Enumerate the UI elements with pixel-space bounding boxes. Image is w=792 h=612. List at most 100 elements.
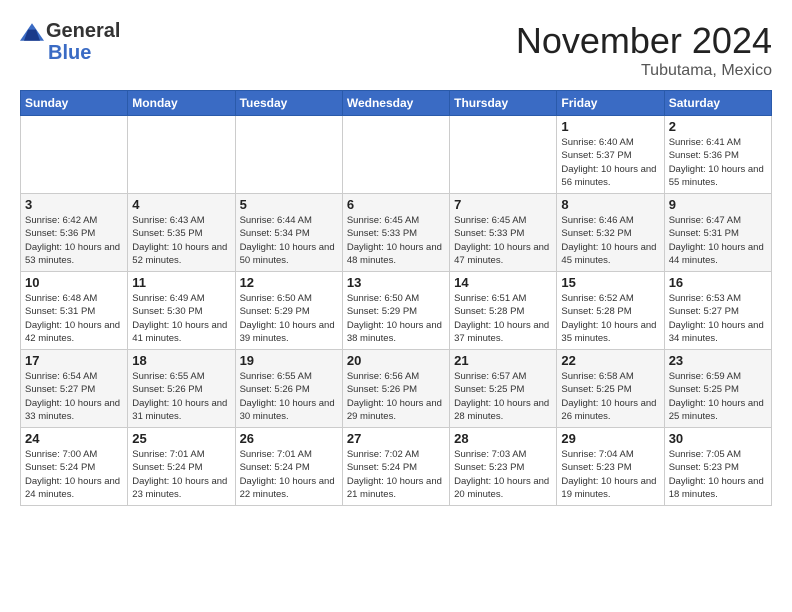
day-info: Sunrise: 6:59 AM Sunset: 5:25 PM Dayligh… — [669, 370, 767, 423]
col-saturday: Saturday — [664, 91, 771, 116]
calendar-body: 1 Sunrise: 6:40 AM Sunset: 5:37 PM Daylig… — [21, 116, 772, 506]
calendar-cell-2-2: 12 Sunrise: 6:50 AM Sunset: 5:29 PM Dayli… — [235, 272, 342, 350]
calendar-cell-4-5: 29 Sunrise: 7:04 AM Sunset: 5:23 PM Dayli… — [557, 428, 664, 506]
day-info: Sunrise: 6:46 AM Sunset: 5:32 PM Dayligh… — [561, 214, 659, 267]
calendar-cell-4-2: 26 Sunrise: 7:01 AM Sunset: 5:24 PM Dayli… — [235, 428, 342, 506]
day-info: Sunrise: 7:03 AM Sunset: 5:23 PM Dayligh… — [454, 448, 552, 501]
calendar-cell-0-0 — [21, 116, 128, 194]
day-number: 30 — [669, 431, 767, 446]
calendar-cell-1-0: 3 Sunrise: 6:42 AM Sunset: 5:36 PM Daylig… — [21, 194, 128, 272]
day-number: 7 — [454, 197, 552, 212]
day-number: 18 — [132, 353, 230, 368]
day-info: Sunrise: 6:53 AM Sunset: 5:27 PM Dayligh… — [669, 292, 767, 345]
calendar-cell-3-6: 23 Sunrise: 6:59 AM Sunset: 5:25 PM Dayli… — [664, 350, 771, 428]
day-number: 16 — [669, 275, 767, 290]
calendar-cell-3-1: 18 Sunrise: 6:55 AM Sunset: 5:26 PM Dayli… — [128, 350, 235, 428]
day-info: Sunrise: 6:51 AM Sunset: 5:28 PM Dayligh… — [454, 292, 552, 345]
day-number: 5 — [240, 197, 338, 212]
day-number: 11 — [132, 275, 230, 290]
day-info: Sunrise: 6:45 AM Sunset: 5:33 PM Dayligh… — [454, 214, 552, 267]
day-number: 10 — [25, 275, 123, 290]
location-subtitle: Tubutama, Mexico — [516, 62, 772, 80]
day-number: 24 — [25, 431, 123, 446]
day-number: 23 — [669, 353, 767, 368]
day-number: 14 — [454, 275, 552, 290]
day-info: Sunrise: 7:01 AM Sunset: 5:24 PM Dayligh… — [132, 448, 230, 501]
day-number: 6 — [347, 197, 445, 212]
day-number: 3 — [25, 197, 123, 212]
col-wednesday: Wednesday — [342, 91, 449, 116]
day-number: 4 — [132, 197, 230, 212]
col-sunday: Sunday — [21, 91, 128, 116]
calendar-cell-1-5: 8 Sunrise: 6:46 AM Sunset: 5:32 PM Daylig… — [557, 194, 664, 272]
day-number: 26 — [240, 431, 338, 446]
day-number: 28 — [454, 431, 552, 446]
calendar-week-3: 17 Sunrise: 6:54 AM Sunset: 5:27 PM Dayli… — [21, 350, 772, 428]
calendar-cell-3-3: 20Sunrise: 6:56 AM Sunset: 5:26 PM Dayli… — [342, 350, 449, 428]
day-info: Sunrise: 6:49 AM Sunset: 5:30 PM Dayligh… — [132, 292, 230, 345]
day-number: 25 — [132, 431, 230, 446]
calendar-cell-2-6: 16 Sunrise: 6:53 AM Sunset: 5:27 PM Dayli… — [664, 272, 771, 350]
day-info: Sunrise: 6:58 AM Sunset: 5:25 PM Dayligh… — [561, 370, 659, 423]
calendar-cell-4-4: 28 Sunrise: 7:03 AM Sunset: 5:23 PM Dayli… — [450, 428, 557, 506]
calendar-cell-2-3: 13Sunrise: 6:50 AM Sunset: 5:29 PM Dayli… — [342, 272, 449, 350]
calendar-cell-1-6: 9 Sunrise: 6:47 AM Sunset: 5:31 PM Daylig… — [664, 194, 771, 272]
page: General Blue November 2024 Tubutama, Mex… — [0, 0, 792, 612]
day-number: 15 — [561, 275, 659, 290]
day-number: 13 — [347, 275, 445, 290]
col-thursday: Thursday — [450, 91, 557, 116]
day-info: Sunrise: 7:02 AM Sunset: 5:24 PM Dayligh… — [347, 448, 445, 501]
day-number: 12 — [240, 275, 338, 290]
day-info: Sunrise: 6:55 AM Sunset: 5:26 PM Dayligh… — [132, 370, 230, 423]
calendar-cell-3-5: 22 Sunrise: 6:58 AM Sunset: 5:25 PM Dayli… — [557, 350, 664, 428]
logo-icon — [20, 22, 44, 42]
day-info: Sunrise: 6:56 AM Sunset: 5:26 PM Dayligh… — [347, 370, 445, 423]
calendar-cell-0-6: 2Sunrise: 6:41 AM Sunset: 5:36 PM Daylig… — [664, 116, 771, 194]
calendar-week-2: 10 Sunrise: 6:48 AM Sunset: 5:31 PM Dayli… — [21, 272, 772, 350]
day-info: Sunrise: 6:52 AM Sunset: 5:28 PM Dayligh… — [561, 292, 659, 345]
calendar-cell-0-4 — [450, 116, 557, 194]
calendar-cell-4-3: 27 Sunrise: 7:02 AM Sunset: 5:24 PM Dayli… — [342, 428, 449, 506]
day-info: Sunrise: 6:54 AM Sunset: 5:27 PM Dayligh… — [25, 370, 123, 423]
calendar-cell-1-3: 6 Sunrise: 6:45 AM Sunset: 5:33 PM Daylig… — [342, 194, 449, 272]
logo-blue-text: Blue — [48, 43, 91, 63]
logo: General Blue — [20, 20, 120, 63]
day-number: 8 — [561, 197, 659, 212]
col-tuesday: Tuesday — [235, 91, 342, 116]
col-friday: Friday — [557, 91, 664, 116]
calendar-cell-0-5: 1 Sunrise: 6:40 AM Sunset: 5:37 PM Daylig… — [557, 116, 664, 194]
calendar-cell-4-6: 30Sunrise: 7:05 AM Sunset: 5:23 PM Dayli… — [664, 428, 771, 506]
day-info: Sunrise: 6:55 AM Sunset: 5:26 PM Dayligh… — [240, 370, 338, 423]
day-info: Sunrise: 7:01 AM Sunset: 5:24 PM Dayligh… — [240, 448, 338, 501]
day-info: Sunrise: 6:50 AM Sunset: 5:29 PM Dayligh… — [240, 292, 338, 345]
calendar-cell-3-2: 19 Sunrise: 6:55 AM Sunset: 5:26 PM Dayli… — [235, 350, 342, 428]
calendar-cell-2-0: 10 Sunrise: 6:48 AM Sunset: 5:31 PM Dayli… — [21, 272, 128, 350]
month-title: November 2024 — [516, 20, 772, 62]
day-number: 19 — [240, 353, 338, 368]
calendar-cell-2-1: 11 Sunrise: 6:49 AM Sunset: 5:30 PM Dayli… — [128, 272, 235, 350]
calendar-table: Sunday Monday Tuesday Wednesday Thursday… — [20, 90, 772, 506]
calendar-cell-3-4: 21Sunrise: 6:57 AM Sunset: 5:25 PM Dayli… — [450, 350, 557, 428]
day-info: Sunrise: 6:42 AM Sunset: 5:36 PM Dayligh… — [25, 214, 123, 267]
header: General Blue November 2024 Tubutama, Mex… — [20, 20, 772, 80]
day-number: 17 — [25, 353, 123, 368]
day-number: 22 — [561, 353, 659, 368]
day-number: 21 — [454, 353, 552, 368]
calendar-cell-2-5: 15 Sunrise: 6:52 AM Sunset: 5:28 PM Dayli… — [557, 272, 664, 350]
day-info: Sunrise: 6:40 AM Sunset: 5:37 PM Dayligh… — [561, 136, 659, 189]
day-info: Sunrise: 6:43 AM Sunset: 5:35 PM Dayligh… — [132, 214, 230, 267]
day-number: 1 — [561, 119, 659, 134]
day-number: 27 — [347, 431, 445, 446]
calendar-cell-3-0: 17 Sunrise: 6:54 AM Sunset: 5:27 PM Dayli… — [21, 350, 128, 428]
day-info: Sunrise: 7:04 AM Sunset: 5:23 PM Dayligh… — [561, 448, 659, 501]
day-number: 29 — [561, 431, 659, 446]
day-info: Sunrise: 6:44 AM Sunset: 5:34 PM Dayligh… — [240, 214, 338, 267]
day-info: Sunrise: 6:45 AM Sunset: 5:33 PM Dayligh… — [347, 214, 445, 267]
day-number: 9 — [669, 197, 767, 212]
day-info: Sunrise: 6:47 AM Sunset: 5:31 PM Dayligh… — [669, 214, 767, 267]
day-info: Sunrise: 6:48 AM Sunset: 5:31 PM Dayligh… — [25, 292, 123, 345]
calendar-week-1: 3 Sunrise: 6:42 AM Sunset: 5:36 PM Daylig… — [21, 194, 772, 272]
calendar-cell-0-1 — [128, 116, 235, 194]
title-area: November 2024 Tubutama, Mexico — [516, 20, 772, 80]
day-info: Sunrise: 7:00 AM Sunset: 5:24 PM Dayligh… — [25, 448, 123, 501]
